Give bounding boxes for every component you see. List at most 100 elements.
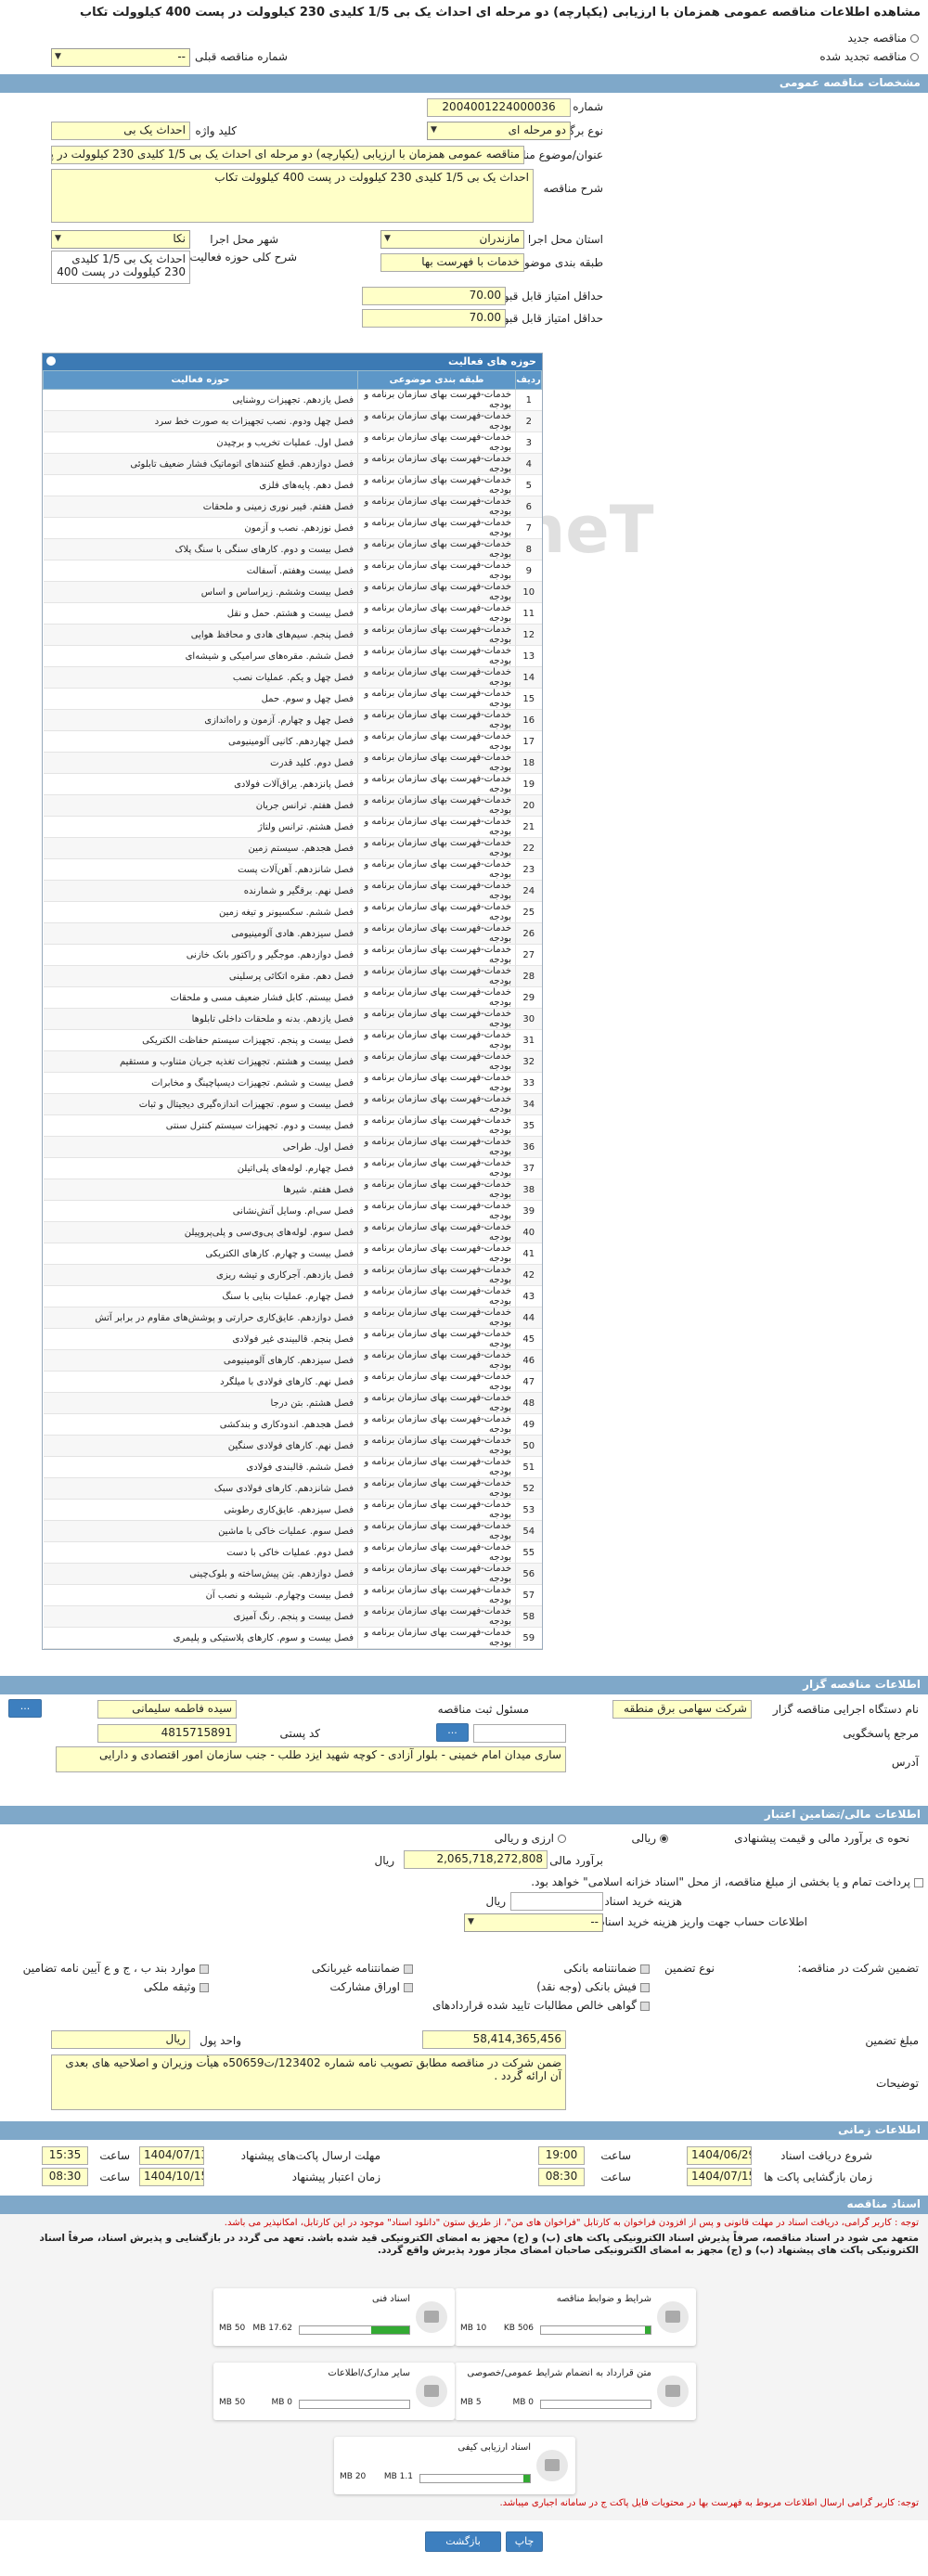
subject-field[interactable]: مناقصه عمومی همزمان با ارزیابی (یکپارچه)…	[51, 146, 524, 164]
table-row: 4 خدمات-فهرست بهای سازمان برنامه و بودجه ف…	[43, 453, 542, 475]
cat-field[interactable]: خدمات با فهرست بها	[380, 253, 524, 272]
row-category: خدمات-فهرست بهای سازمان برنامه و بودجه	[357, 1563, 516, 1585]
amount-unit-field[interactable]: ریال	[51, 2030, 190, 2049]
g-clauses: موارد بند ب ، ج و ع آیین نامه تضامین	[23, 1962, 209, 1975]
radio-rial[interactable]: ریالی	[632, 1832, 668, 1845]
number-field[interactable]: 2004001224000036	[427, 98, 571, 117]
collapse-icon[interactable]	[46, 356, 56, 366]
file-box[interactable]: متن قرارداد به انضمام شرایط عمومی/خصوصی 0…	[455, 2363, 696, 2420]
row-category: خدمات-فهرست بهای سازمان برنامه و بودجه	[357, 1435, 516, 1457]
row-activity: فصل شانزدهم. کارهای فولادی سبک	[43, 1477, 358, 1500]
open-time[interactable]: 08:30	[538, 2168, 585, 2186]
radio-renewal[interactable]: مناقصه تجدید شده	[819, 50, 919, 63]
postal-label: کد پستی	[279, 1727, 321, 1740]
type-select[interactable]: دو مرحله ای ▼	[427, 122, 571, 140]
estimate-field[interactable]: 2,065,718,272,808	[404, 1850, 548, 1869]
chevron-down-icon: ▼	[431, 125, 437, 135]
city-select[interactable]: نکا ▼	[51, 230, 190, 249]
row-category: خدمات-فهرست بهای سازمان برنامه و بودجه	[357, 474, 516, 496]
ref-lookup-button[interactable]: ...	[436, 1723, 469, 1742]
account-select[interactable]: -- ▼	[464, 1913, 603, 1932]
timing-form: شروع دریافت اسناد 1404/06/29 ساعت 19:00 …	[0, 2140, 928, 2194]
resp-lookup-button[interactable]: ...	[8, 1699, 42, 1718]
row-category: خدمات-فهرست بهای سازمان برنامه و بودجه	[357, 1179, 516, 1201]
doc-price-field[interactable]	[510, 1892, 603, 1911]
postal-field[interactable]: 4815715891	[97, 1724, 237, 1743]
doc-to-date[interactable]: 1404/07/13	[139, 2146, 204, 2165]
general-form: شماره مناقصه 2004001224000036 نوع برگزار…	[0, 93, 928, 367]
row-number: 59	[515, 1627, 542, 1649]
row-number: 45	[515, 1328, 542, 1350]
table-row: 28 خدمات-فهرست بهای سازمان برنامه و بودجه…	[43, 965, 542, 987]
row-activity: فصل پنجم. سیم‌های هادی و محافظ هوایی	[43, 624, 358, 646]
province-select[interactable]: مازندران ▼	[380, 230, 524, 249]
row-number: 6	[515, 496, 542, 518]
valid-time[interactable]: 08:30	[42, 2168, 88, 2186]
table-row: 48 خدمات-فهرست بهای سازمان برنامه و بودجه…	[43, 1392, 542, 1414]
doc-price-label: هزینه خرید اسناد	[604, 1895, 682, 1908]
back-button[interactable]: بازگشت	[425, 2531, 501, 2552]
row-activity: فصل سوم. لوله‌های پی‌وی‌سی و پلی‌پروپیلن	[43, 1221, 358, 1243]
file-size-bar	[540, 2400, 651, 2409]
valid-date[interactable]: 1404/10/15	[139, 2168, 204, 2186]
radio-new-tender[interactable]: مناقصه جدید	[848, 32, 919, 45]
radio-fx[interactable]: ارزی و ریالی	[495, 1832, 566, 1845]
row-category: خدمات-فهرست بهای سازمان برنامه و بودجه	[357, 1307, 516, 1329]
row-category: خدمات-فهرست بهای سازمان برنامه و بودجه	[357, 1264, 516, 1286]
file-size-bar	[299, 2325, 410, 2335]
table-row: 12 خدمات-فهرست بهای سازمان برنامه و بودجه…	[43, 624, 542, 646]
chevron-down-icon: ▼	[55, 234, 61, 243]
min-tech-field[interactable]: 70.00	[362, 309, 506, 328]
row-number: 23	[515, 858, 542, 881]
address-field[interactable]: ساری میدان امام خمینی - بلوار آزادی - کو…	[56, 1746, 566, 1772]
table-row: 32 خدمات-فهرست بهای سازمان برنامه و بودجه…	[43, 1050, 542, 1073]
table-row: 22 خدمات-فهرست بهای سازمان برنامه و بودجه…	[43, 837, 542, 859]
doc-to-time[interactable]: 15:35	[42, 2146, 88, 2165]
footer-buttons: چاپ بازگشت	[0, 2520, 928, 2576]
row-number: 26	[515, 922, 542, 945]
file-box[interactable]: سایر مدارک/اطلاعات 0 MB 50 MB	[213, 2363, 455, 2420]
row-category: خدمات-فهرست بهای سازمان برنامه و بودجه	[357, 666, 516, 689]
prev-number-label: شماره مناقصه قبلی	[195, 50, 288, 63]
row-activity: فصل سی‌ام. وسایل آتش‌نشانی	[43, 1200, 358, 1222]
org-field[interactable]: شرکت سهامی برق منطقه	[612, 1700, 752, 1719]
table-row: 26 خدمات-فهرست بهای سازمان برنامه و بودجه…	[43, 922, 542, 945]
desc-field[interactable]: احداث یک بی 1/5 کلیدی 230 کیلوولت در پست…	[51, 169, 534, 223]
file-limit: 5 MB	[460, 2398, 482, 2407]
notes-label: توضیحات	[875, 2077, 919, 2090]
table-row: 44 خدمات-فهرست بهای سازمان برنامه و بودجه…	[43, 1307, 542, 1329]
row-activity: فصل دهم. مقره اتکائی پرسلینی	[43, 965, 358, 987]
row-number: 50	[515, 1435, 542, 1457]
prev-number-select[interactable]: -- ▼	[51, 48, 190, 67]
row-activity: فصل چهارم. عملیات بنایی با سنگ	[43, 1285, 358, 1307]
file-box[interactable]: اسناد فنی 17.62 MB 50 MB	[213, 2288, 455, 2346]
file-box[interactable]: شرایط و ضوابط مناقصه 506 KB 10 MB	[455, 2288, 696, 2346]
amount-unit-label: واحد پول	[200, 2034, 241, 2047]
resp-field[interactable]: سیده فاطمه سلیمانی	[97, 1700, 237, 1719]
row-number: 36	[515, 1136, 542, 1158]
table-row: 27 خدمات-فهرست بهای سازمان برنامه و بودجه…	[43, 944, 542, 966]
scope-list[interactable]: احداث یک بی 1/5 کلیدی 230 کیلوولت در پست…	[51, 251, 190, 284]
notes-field[interactable]: ضمن شرکت در مناقصه مطابق تصویب نامه شمار…	[51, 2054, 566, 2110]
checkbox-icon	[640, 1964, 650, 1974]
print-button[interactable]: چاپ	[506, 2531, 543, 2552]
row-activity: فصل دوازدهم. عایق‌کاری حرارتی و پوشش‌های…	[43, 1307, 358, 1329]
table-row: 11 خدمات-فهرست بهای سازمان برنامه و بودجه…	[43, 602, 542, 625]
row-category: خدمات-فهرست بهای سازمان برنامه و بودجه	[357, 1627, 516, 1649]
amount-field[interactable]: 58,414,365,456	[422, 2030, 566, 2049]
row-number: 9	[515, 560, 542, 582]
doc-from-date[interactable]: 1404/06/29	[687, 2146, 752, 2165]
address-label: آدرس	[891, 1756, 919, 1769]
file-box[interactable]: اسناد ارزیابی کیفی 1.1 MB 20 MB	[334, 2437, 575, 2494]
keyword-field[interactable]: احداث یک بی	[51, 122, 190, 140]
table-row: 34 خدمات-فهرست بهای سازمان برنامه و بودجه…	[43, 1093, 542, 1115]
ref-field[interactable]	[473, 1724, 566, 1743]
open-date[interactable]: 1404/07/15	[687, 2168, 752, 2186]
min-score-field[interactable]: 70.00	[362, 287, 506, 305]
row-activity: فصل بیست وششم. زیراساس و اساس	[43, 581, 358, 603]
row-activity: فصل بیست و ششم. تجهیزات دیسپاچینگ و مخاب…	[43, 1072, 358, 1094]
ref-label: مرجع پاسخگویی	[843, 1727, 919, 1740]
g-bonds: اوراق مشارکت	[330, 1980, 413, 1993]
row-activity: فصل بیست و پنجم. تجهیزات سیستم حفاظت الک…	[43, 1029, 358, 1051]
doc-from-time[interactable]: 19:00	[538, 2146, 585, 2165]
